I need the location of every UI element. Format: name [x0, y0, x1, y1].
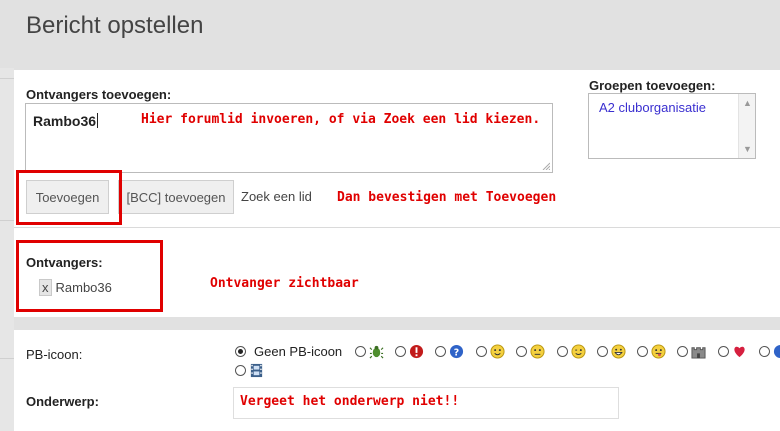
section-gap [14, 317, 780, 330]
radio-button[interactable] [395, 346, 406, 357]
neutral-icon [530, 344, 545, 359]
radio-button[interactable] [718, 346, 729, 357]
scroll-up-icon[interactable]: ▲ [743, 98, 752, 108]
pm-icon-option-none[interactable]: Geen PB-icoon [235, 344, 342, 359]
annotation-confirm-hint: Dan bevestigen met Toevoegen [337, 190, 557, 205]
text-caret [97, 113, 99, 128]
question-icon: ? [449, 344, 464, 358]
radio-button[interactable] [476, 346, 487, 357]
radio-button[interactable] [235, 365, 246, 376]
search-member-link[interactable]: Zoek een lid [241, 189, 312, 204]
radio-button[interactable] [516, 346, 527, 357]
groups-listbox[interactable]: A2 cluborganisatie ▲ ▼ [588, 93, 756, 159]
pm-icon-option-heart[interactable] [718, 344, 747, 359]
pm-icon-option-film[interactable] [235, 363, 264, 378]
annotation-visible-hint: Ontvanger zichtbaar [210, 276, 359, 291]
no-icon-label: Geen PB-icoon [254, 344, 343, 359]
annotation-input-hint: Hier forumlid invoeren, of via Zoek een … [141, 112, 541, 127]
pm-icon-option-neutral[interactable] [516, 344, 545, 359]
radio-button[interactable] [677, 346, 688, 357]
section-divider [14, 227, 780, 228]
wink-icon [571, 344, 586, 359]
radio-button[interactable] [597, 346, 608, 357]
bug-icon [369, 345, 384, 359]
resize-handle-icon[interactable] [542, 162, 550, 170]
exclamation-icon [409, 344, 424, 359]
subject-label: Onderwerp: [26, 394, 99, 409]
bcc-add-button[interactable]: [BCC] toevoegen [118, 180, 234, 214]
left-strip [0, 68, 14, 431]
pm-icon-option-smile[interactable] [476, 344, 505, 359]
scroll-down-icon[interactable]: ▼ [743, 144, 752, 154]
groups-add-label: Groepen toevoegen: [589, 78, 716, 93]
pm-icon-option-question[interactable]: ? [435, 344, 464, 359]
info-icon [773, 344, 780, 359]
listbox-scrollbar[interactable]: ▲ ▼ [738, 94, 755, 158]
pm-icon-label: PB-icoon: [26, 347, 83, 362]
radio-button[interactable] [637, 346, 648, 357]
pm-icon-option-wink[interactable] [557, 344, 586, 359]
pm-icon-option-info[interactable] [759, 344, 780, 359]
group-option[interactable]: A2 cluborganisatie [599, 100, 706, 115]
radio-button[interactable] [235, 346, 246, 357]
radio-button[interactable] [557, 346, 568, 357]
recipient-input-value: Rambo36 [33, 113, 97, 129]
highlight-box-add [16, 170, 122, 225]
pm-icon-option-grin[interactable] [597, 344, 626, 359]
pm-icon-options: Geen PB-icoon ? [235, 342, 780, 382]
heart-icon [734, 346, 745, 358]
tongue-icon [651, 344, 666, 359]
svg-text:?: ? [454, 347, 459, 358]
radio-button[interactable] [435, 346, 446, 357]
pm-icon-option-castle[interactable] [677, 344, 706, 359]
annotation-subject-hint: Vergeet het onderwerp niet!! [240, 394, 460, 409]
recipients-add-label: Ontvangers toevoegen: [26, 87, 172, 102]
highlight-box-recipients [16, 240, 163, 312]
pm-icon-option-bug[interactable] [355, 344, 384, 359]
grin-icon [611, 344, 626, 359]
pm-icon-option-exclamation[interactable] [395, 344, 424, 359]
page-header: Bericht opstellen [0, 0, 780, 68]
castle-icon [691, 347, 706, 359]
pm-icon-option-tongue[interactable] [637, 344, 666, 359]
radio-button[interactable] [759, 346, 770, 357]
smile-icon [490, 344, 505, 359]
page-title: Bericht opstellen [26, 12, 204, 39]
film-icon [250, 363, 263, 378]
radio-button[interactable] [355, 346, 366, 357]
